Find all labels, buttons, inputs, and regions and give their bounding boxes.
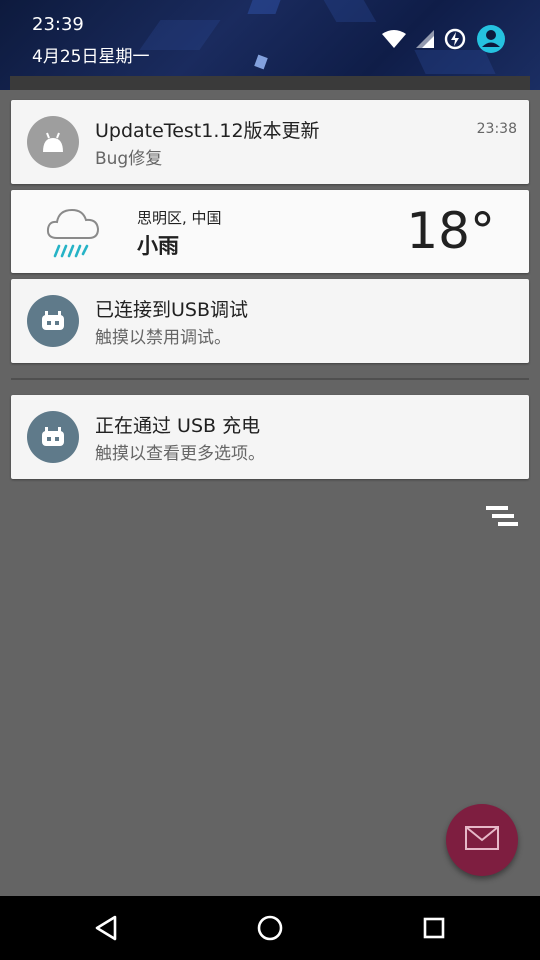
notification-header[interactable]: 23:39 4月25日星期一 bbox=[0, 0, 540, 90]
notification-title: 正在通过 USB 充电 bbox=[95, 415, 261, 437]
rain-cloud-icon bbox=[45, 206, 101, 264]
notification-usb-charging[interactable]: 正在通过 USB 充电 触摸以查看更多选项。 bbox=[11, 395, 529, 479]
notification-title: 已连接到USB调试 bbox=[95, 299, 249, 321]
notification-usb-debugging[interactable]: 已连接到USB调试 触摸以禁用调试。 bbox=[11, 279, 529, 363]
notification-subtitle: 触摸以查看更多选项。 bbox=[95, 444, 265, 464]
mail-icon bbox=[465, 826, 499, 854]
home-icon[interactable] bbox=[254, 912, 286, 944]
notification-subtitle: Bug修复 bbox=[95, 149, 163, 169]
header-bottom-band bbox=[10, 76, 530, 90]
date-label[interactable]: 4月25日星期一 bbox=[32, 42, 149, 67]
cyanogen-bot-icon bbox=[27, 295, 79, 347]
weather-condition: 小雨 bbox=[137, 234, 179, 258]
user-account-icon[interactable] bbox=[476, 24, 506, 58]
section-divider bbox=[11, 378, 529, 380]
weather-location: 思明区, 中国 bbox=[137, 209, 222, 227]
android-icon bbox=[27, 116, 79, 168]
status-icons bbox=[382, 24, 506, 58]
notification-subtitle: 触摸以禁用调试。 bbox=[95, 328, 231, 348]
navigation-bar bbox=[0, 896, 540, 960]
cyanogen-bot-icon bbox=[27, 411, 79, 463]
recents-icon[interactable] bbox=[418, 912, 450, 944]
back-icon[interactable] bbox=[90, 912, 122, 944]
weather-card[interactable]: 思明区, 中国 小雨 18° bbox=[11, 190, 529, 273]
wifi-icon bbox=[382, 30, 406, 52]
dismiss-all-icon[interactable] bbox=[486, 506, 520, 534]
notification-update[interactable]: UpdateTest1.12版本更新 Bug修复 23:38 bbox=[11, 100, 529, 184]
notification-title: UpdateTest1.12版本更新 bbox=[95, 120, 320, 142]
data-saver-icon bbox=[444, 28, 466, 54]
notification-time: 23:38 bbox=[476, 121, 517, 137]
weather-temperature: 18° bbox=[406, 202, 495, 260]
mail-fab-button[interactable] bbox=[446, 804, 518, 876]
cell-signal-icon bbox=[416, 30, 434, 52]
clock-time[interactable]: 23:39 bbox=[32, 14, 84, 35]
